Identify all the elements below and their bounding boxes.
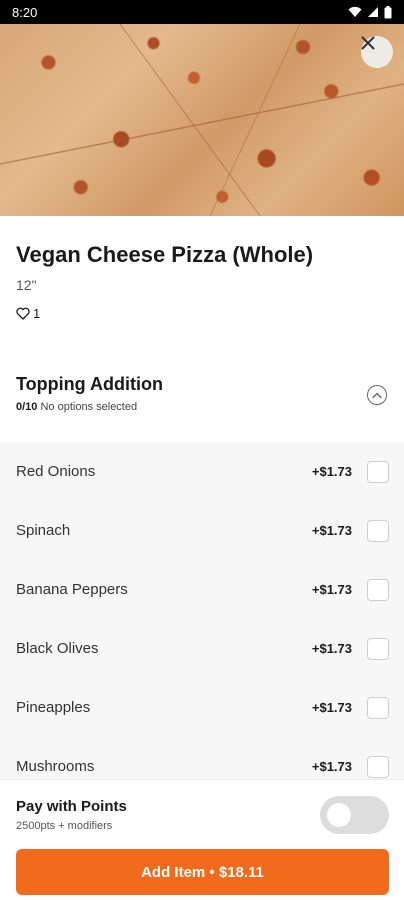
option-checkbox[interactable]	[367, 578, 389, 601]
option-row[interactable]: Spinach +$1.73	[0, 501, 404, 560]
order-footer: Pay with Points 2500pts + modifiers Add …	[0, 779, 404, 900]
option-checkbox[interactable]	[367, 519, 389, 542]
toggle-knob	[327, 803, 351, 827]
heart-icon	[16, 307, 30, 320]
collapse-section-button[interactable]	[367, 385, 387, 405]
option-row[interactable]: Mushrooms +$1.73	[0, 737, 404, 779]
signal-icon	[368, 7, 378, 17]
section-status: 0/10 No options selected	[16, 401, 137, 413]
option-row[interactable]: Banana Peppers +$1.73	[0, 560, 404, 619]
option-price: +$1.73	[311, 582, 352, 597]
pizza-texture	[0, 24, 404, 216]
option-price: +$1.73	[311, 700, 352, 715]
option-label: Black Olives	[16, 640, 99, 657]
option-label: Banana Peppers	[16, 581, 128, 598]
status-icons	[348, 5, 392, 19]
option-price: +$1.73	[311, 523, 352, 538]
battery-icon	[384, 5, 392, 18]
option-row[interactable]: Black Olives +$1.73	[0, 619, 404, 678]
pay-with-points-label: Pay with Points	[16, 798, 127, 815]
chevron-up-icon	[372, 392, 382, 398]
option-label: Red Onions	[16, 463, 96, 480]
topping-options-list[interactable]: Red Onions +$1.73 Spinach +$1.73 Banana …	[0, 442, 404, 779]
item-size: 12"	[16, 277, 37, 293]
wifi-icon	[348, 6, 362, 17]
option-price: +$1.73	[311, 641, 352, 656]
pay-with-points-toggle[interactable]	[320, 796, 389, 834]
status-bar: 8:20	[0, 0, 404, 24]
close-icon	[361, 36, 375, 50]
option-label: Mushrooms	[16, 758, 95, 775]
option-price: +$1.73	[311, 464, 352, 479]
item-title: Vegan Cheese Pizza (Whole)	[16, 242, 314, 267]
option-checkbox[interactable]	[367, 696, 389, 719]
selection-status: No options selected	[40, 401, 138, 413]
option-label: Spinach	[16, 522, 71, 539]
option-row[interactable]: Red Onions +$1.73	[0, 442, 404, 501]
like-button[interactable]: 1	[16, 306, 40, 321]
option-checkbox[interactable]	[367, 637, 389, 660]
option-checkbox[interactable]	[367, 460, 389, 483]
item-photo	[0, 24, 404, 216]
add-item-button[interactable]: Add Item • $18.11	[16, 849, 389, 895]
like-count: 1	[33, 306, 41, 321]
option-row[interactable]: Pineapples +$1.73	[0, 678, 404, 737]
points-cost: 2500pts + modifiers	[16, 820, 113, 832]
option-price: +$1.73	[311, 759, 352, 774]
option-checkbox[interactable]	[367, 755, 389, 778]
status-time: 8:20	[12, 4, 38, 20]
close-button[interactable]	[361, 36, 393, 68]
option-label: Pineapples	[16, 699, 91, 716]
section-title: Topping Addition	[16, 374, 163, 394]
selection-count: 0/10	[16, 401, 38, 413]
